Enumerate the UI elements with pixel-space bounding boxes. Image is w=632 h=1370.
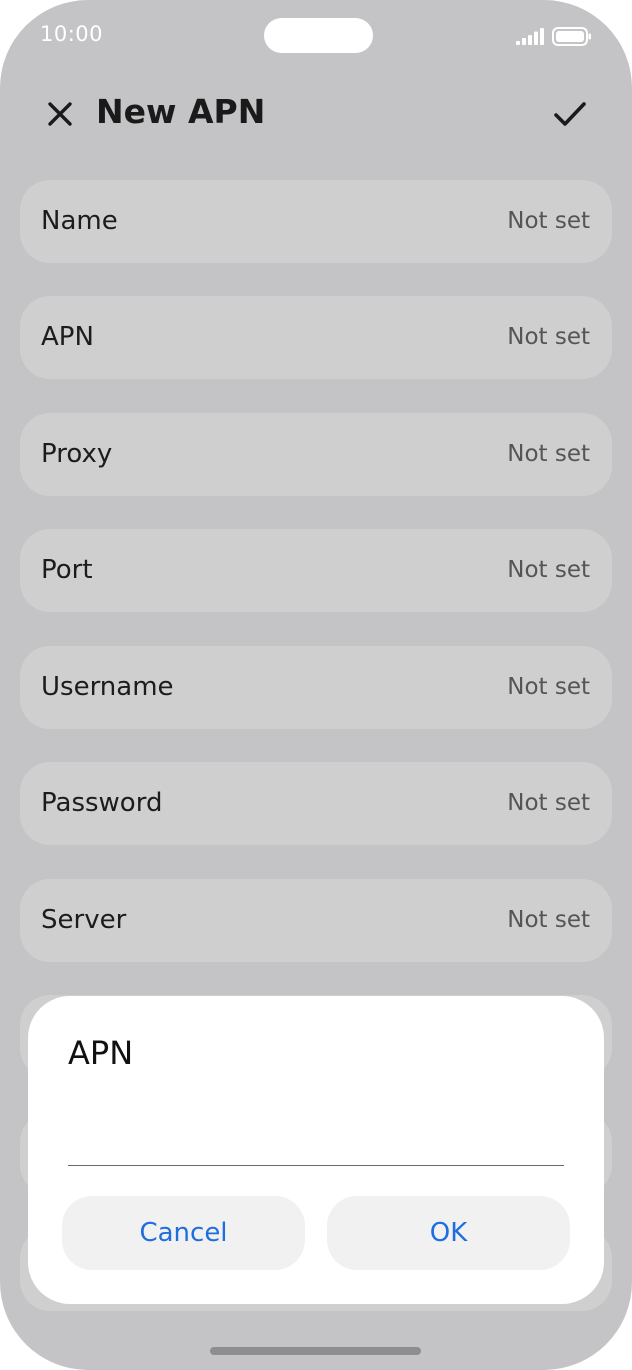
signal-icon [516,28,544,45]
setting-row-apn[interactable]: APN Not set [20,296,612,379]
setting-row-proxy[interactable]: Proxy Not set [20,413,612,496]
setting-label: Password [41,788,163,818]
setting-label: APN [41,322,94,352]
setting-value: Not set [507,674,590,700]
setting-label: Port [41,555,93,585]
setting-row-name[interactable]: Name Not set [20,180,612,263]
cancel-button[interactable]: Cancel [62,1196,305,1270]
setting-value: Not set [507,441,590,467]
page-title: New APN [96,92,266,131]
apn-text-input[interactable] [68,1106,564,1166]
setting-row-username[interactable]: Username Not set [20,646,612,729]
home-indicator[interactable] [210,1347,421,1355]
status-time: 10:00 [40,22,104,46]
dialog-title: APN [68,1034,134,1072]
setting-label: Proxy [41,439,113,469]
setting-value: Not set [507,208,590,234]
ok-button[interactable]: OK [327,1196,570,1270]
setting-value: Not set [507,790,590,816]
setting-label: Server [41,905,127,935]
top-app-bar: New APN [0,80,632,144]
battery-icon [552,27,591,46]
phone-screen: 10:00 New APN Name Not set APN Not set P… [0,0,632,1370]
apn-input-dialog: APN Cancel OK [28,996,604,1304]
setting-value: Not set [507,907,590,933]
status-bar: 10:00 [0,0,632,72]
setting-row-password[interactable]: Password Not set [20,762,612,845]
setting-value: Not set [507,557,590,583]
setting-label: Name [41,206,118,236]
checkmark-icon[interactable] [548,92,592,136]
setting-label: Username [41,672,174,702]
setting-value: Not set [507,324,590,350]
setting-row-port[interactable]: Port Not set [20,529,612,612]
setting-row-server[interactable]: Server Not set [20,879,612,962]
close-icon[interactable] [40,94,80,134]
camera-notch [264,18,373,53]
